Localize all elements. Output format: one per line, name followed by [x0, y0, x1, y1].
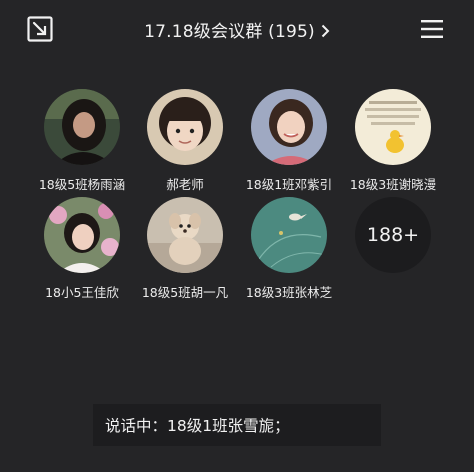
member-avatar — [147, 89, 223, 165]
member-avatar — [44, 89, 120, 165]
member-avatar — [251, 89, 327, 165]
member-name: 18级3班谢晓漫 — [349, 177, 437, 192]
more-members-button[interactable]: 188+ — [355, 197, 431, 273]
member-avatar — [44, 197, 120, 273]
member-avatar — [251, 197, 327, 273]
speaking-text: 说话中：18级1班张雪旎； — [105, 417, 290, 435]
member-avatar — [147, 197, 223, 273]
member-name: 18级3班张林芝 — [245, 285, 333, 300]
speaking-indicator: 说话中：18级1班张雪旎； — [93, 404, 381, 446]
member-tile[interactable]: 18级3班谢晓漫 — [338, 89, 448, 199]
member-tile[interactable]: 18级3班张林芝 — [234, 197, 344, 307]
member-avatar — [355, 89, 431, 165]
more-members-tile[interactable]: 188+ — [338, 197, 448, 307]
member-grid: 18级5班杨雨涵 郝老师 18级1班邓紫引 18级3班谢晓漫 18小5王佳欣 1… — [0, 0, 474, 320]
